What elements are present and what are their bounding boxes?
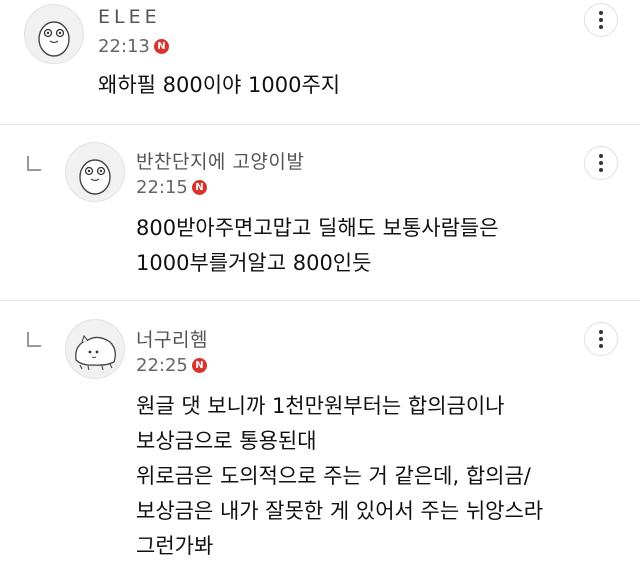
- dot-icon: [599, 330, 603, 334]
- more-options-button[interactable]: [584, 322, 618, 356]
- avatar[interactable]: [65, 142, 125, 202]
- comment-body: 800받아주면고맙고 딜해도 보통사람들은 1000부를거알고 800인듯: [136, 211, 499, 281]
- comment-item: ELEE 22:13 N 왜하필 800이야 1000주지: [0, 0, 640, 118]
- comment-text-line: 보상금은 내가 잘못한 게 있어서 주는 뉘앙스라: [136, 499, 544, 523]
- dot-icon: [599, 18, 603, 22]
- dot-icon: [599, 161, 603, 165]
- dot-icon: [599, 337, 603, 341]
- dot-icon: [599, 168, 603, 172]
- comment-author[interactable]: 반찬단지에 고양이발: [136, 147, 304, 174]
- new-badge: N: [153, 39, 169, 54]
- comment-text-line: 1000부를거알고 800인듯: [136, 251, 372, 275]
- comment-timestamp: 22:13 N: [98, 36, 169, 57]
- new-badge: N: [191, 180, 207, 195]
- comment-text-line: 보상금으로 통용된대: [136, 429, 317, 453]
- dot-icon: [599, 344, 603, 348]
- comment-text-line: 800받아주면고맙고 딜해도 보통사람들은: [136, 216, 499, 240]
- reply-arrow-icon: [27, 156, 41, 171]
- timestamp-text: 22:15: [136, 177, 188, 198]
- comment-body: 원글 댓 보니까 1천만원부터는 합의금이나 보상금으로 통용된대 위로금은 도…: [136, 389, 543, 564]
- avatar[interactable]: [65, 319, 125, 379]
- comment-author[interactable]: 너구리헴: [136, 325, 208, 352]
- dot-icon: [599, 25, 603, 29]
- comment-text-line: 원글 댓 보니까 1천만원부터는 합의금이나: [136, 394, 505, 418]
- comment-author[interactable]: ELEE: [98, 6, 161, 28]
- timestamp-text: 22:13: [98, 36, 150, 57]
- comment-text-line: 왜하필 800이야 1000주지: [98, 73, 341, 97]
- comment-item: 너구리헴 22:25 N 원글 댓 보니까 1천만원부터는 합의금이나 보상금으…: [0, 301, 640, 576]
- reply-arrow-icon: [27, 332, 41, 347]
- comment-timestamp: 22:25 N: [136, 355, 207, 376]
- new-badge: N: [191, 358, 207, 373]
- comment-body: 왜하필 800이야 1000주지: [98, 68, 340, 103]
- comment-timestamp: 22:15 N: [136, 177, 207, 198]
- avatar[interactable]: [24, 4, 84, 64]
- dot-icon: [599, 11, 603, 15]
- comment-item: 반찬단지에 고양이발 22:15 N 800받아주면고맙고 딜해도 보통사람들은…: [0, 125, 640, 300]
- more-options-button[interactable]: [584, 146, 618, 180]
- dot-icon: [599, 154, 603, 158]
- comment-text-line: 위로금은 도의적으로 주는 거 같은데, 합의금/: [136, 464, 531, 488]
- timestamp-text: 22:25: [136, 355, 188, 376]
- more-options-button[interactable]: [584, 3, 618, 37]
- comment-text-line: 그런가봐: [136, 534, 214, 558]
